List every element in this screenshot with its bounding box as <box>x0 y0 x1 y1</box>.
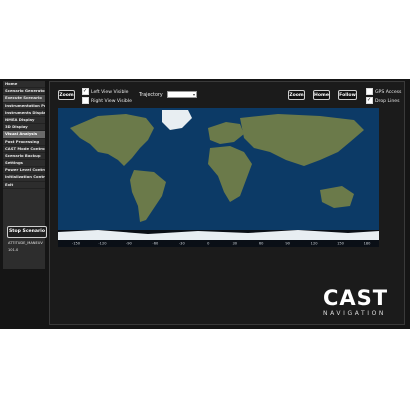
longitude-tick-label: 180 <box>364 242 372 246</box>
app-window: Home Scenario Generator Execute Scenario In… <box>0 79 410 329</box>
scenario-name: ATTITUDE_MANEUV <box>8 241 43 245</box>
right-view-check-icon[interactable] <box>82 97 89 104</box>
sidebar-item[interactable]: Scenario Generator <box>3 88 45 96</box>
left-view-label: Left View Visible <box>91 90 129 95</box>
longitude-tick-label: 90 <box>285 242 290 246</box>
longitude-tick-label: -60 <box>152 242 159 246</box>
longitude-tick-label: -120 <box>98 242 107 246</box>
trajectory-select[interactable]: ▾ <box>167 91 197 98</box>
gps-access-check-icon[interactable] <box>366 88 373 95</box>
drop-lines-check-icon[interactable] <box>366 97 373 104</box>
left-view-checkbox[interactable]: Left View Visible <box>82 88 128 95</box>
longitude-tick-label: 60 <box>259 242 264 246</box>
longitude-tick-label: -30 <box>179 242 186 246</box>
map-panel: Zoom Left View Visible Right View Visibl… <box>49 81 405 325</box>
right-view-checkbox[interactable]: Right View Visible <box>82 97 132 104</box>
sidebar-item[interactable]: Post Processing <box>3 139 45 146</box>
sidebar: Home Scenario Generator Execute Scenario In… <box>3 81 47 269</box>
scenario-value: 101.0 <box>8 248 19 252</box>
longitude-tick-label: 150 <box>337 242 345 246</box>
logo-main-text: CAST <box>323 286 389 310</box>
sidebar-item[interactable]: Exit <box>3 182 45 189</box>
trajectory-label: Trajectory <box>139 93 163 98</box>
sidebar-item[interactable]: Settings <box>3 160 45 168</box>
sidebar-menu: Home Scenario Generator Execute Scenario In… <box>3 81 45 189</box>
gps-access-checkbox[interactable]: GPS Access <box>366 88 401 95</box>
longitude-tick-label: -90 <box>126 242 133 246</box>
longitude-tick-label: -150 <box>72 242 81 246</box>
sidebar-item[interactable]: 3D Display <box>3 124 45 132</box>
longitude-tick-label: 120 <box>311 242 319 246</box>
world-map[interactable]: -150 -120 -90 -60 -30 0 30 60 90 120 150 180 <box>58 108 379 247</box>
drop-lines-label: Drop Lines <box>375 99 400 104</box>
logo-sub-text: NAVIGATION <box>323 310 387 317</box>
longitude-tick-label: 30 <box>232 242 237 246</box>
sidebar-item[interactable]: Execute Scenario <box>3 95 45 103</box>
cast-navigation-logo: CAST NAVIGATION <box>323 286 389 318</box>
chevron-down-icon[interactable]: ▾ <box>193 92 195 97</box>
world-map-svg: -150 -120 -90 -60 -30 0 30 60 90 120 150 180 <box>58 108 379 247</box>
sidebar-item[interactable]: Visual Analysis <box>3 131 45 139</box>
drop-lines-checkbox[interactable]: Drop Lines <box>366 97 399 104</box>
sidebar-item[interactable]: Initialization Control <box>3 174 45 182</box>
sidebar-item[interactable]: Instruments Display <box>3 110 45 117</box>
sidebar-item[interactable]: Scenario Backup <box>3 153 45 161</box>
sidebar-item[interactable]: NMEA Display <box>3 117 45 125</box>
sidebar-item[interactable]: Instrumentation Port <box>3 103 45 110</box>
sidebar-item[interactable]: CAST Mode Control <box>3 146 45 153</box>
zoom-right-button[interactable]: Zoom <box>288 90 305 100</box>
left-view-check-icon[interactable] <box>82 88 89 95</box>
home-button[interactable]: Home <box>313 90 330 100</box>
follow-button[interactable]: Follow <box>338 90 357 100</box>
sidebar-item[interactable]: Home <box>3 81 45 89</box>
zoom-left-button[interactable]: Zoom <box>58 90 75 100</box>
gps-access-label: GPS Access <box>375 90 402 95</box>
sidebar-item[interactable]: Power Level Control <box>3 167 45 175</box>
stop-scenario-button[interactable]: Stop Scenario <box>7 226 47 238</box>
right-view-label: Right View Visible <box>91 99 132 104</box>
